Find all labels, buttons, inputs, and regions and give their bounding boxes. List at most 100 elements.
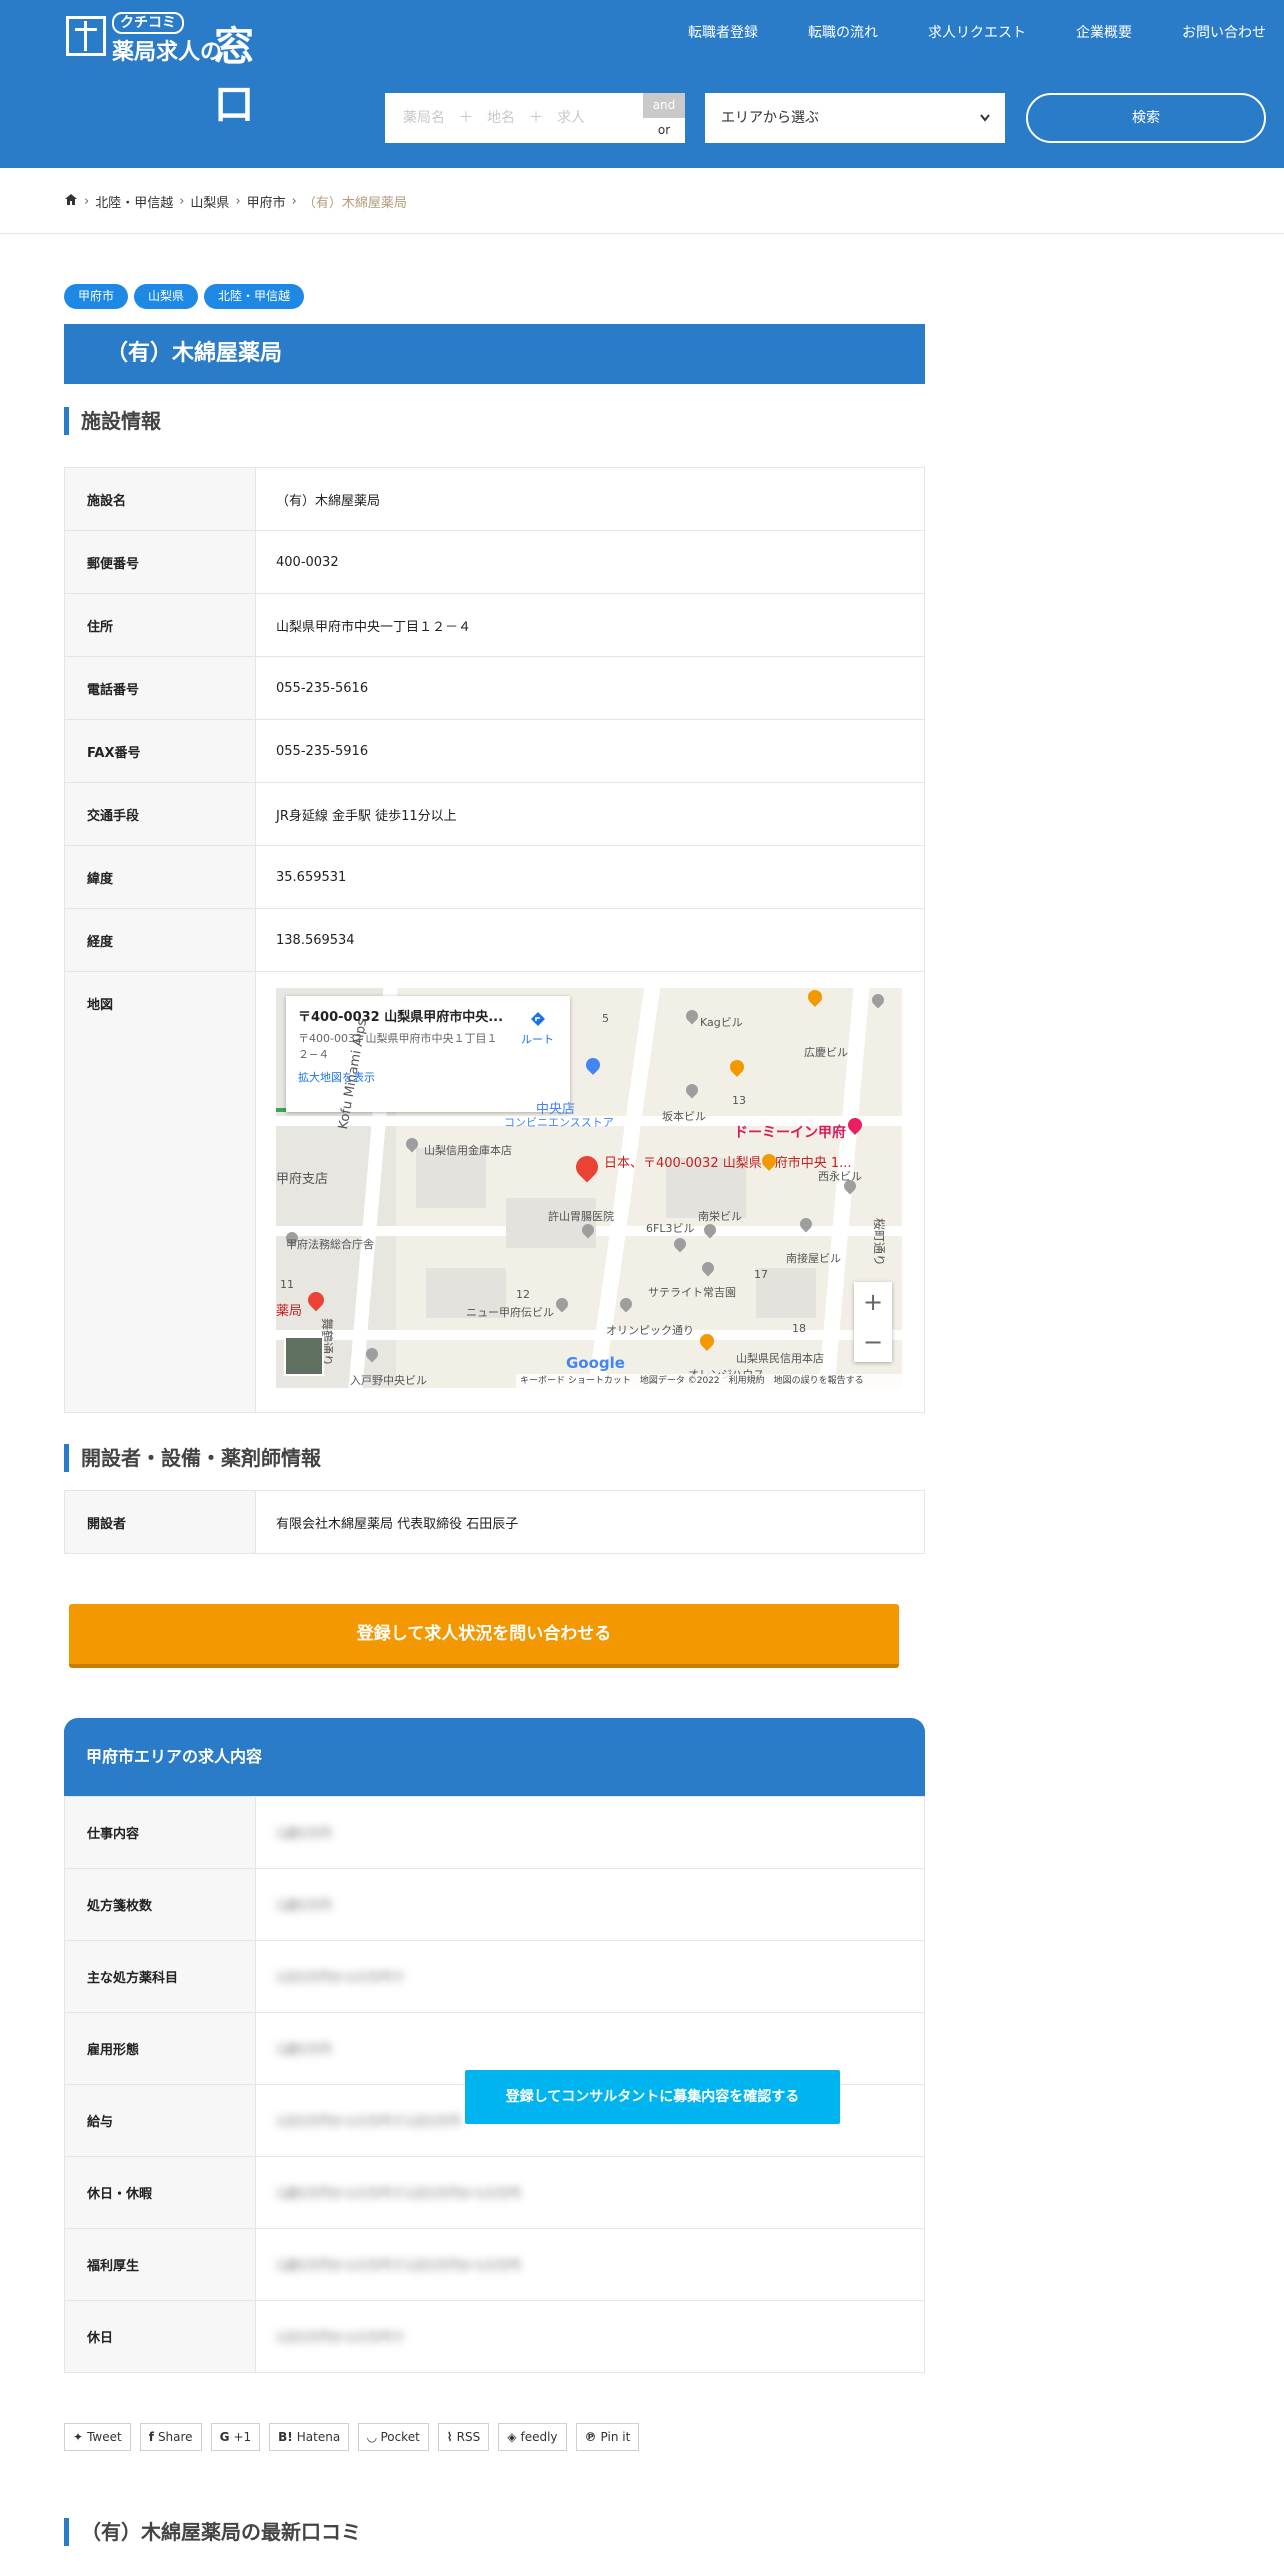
- and-option[interactable]: and: [643, 93, 685, 118]
- table-row: 仕事内容 1週5万円: [64, 1796, 925, 1869]
- main-nav: 転職者登録 転職の流れ 求人リクエスト 企業概要 お問い合わせ: [638, 22, 1266, 44]
- restaurant-icon: [805, 988, 825, 1007]
- blurred-value: 1日5万円から5万円で1日5万円: [276, 2115, 461, 2130]
- map-route-button[interactable]: ルート: [521, 1010, 554, 1047]
- nav-item-contact[interactable]: お問い合わせ: [1182, 22, 1266, 44]
- map-poi-icon: [671, 1235, 689, 1253]
- convenience-store-icon: [583, 1055, 603, 1075]
- feedly-button[interactable]: ◈ feedly: [498, 2423, 567, 2451]
- search-button[interactable]: 検索: [1026, 93, 1266, 143]
- register-inquiry-button[interactable]: 登録して求人状況を問い合わせる: [69, 1604, 899, 1668]
- map-poi-icon: [617, 1295, 635, 1313]
- map-info-card: 〒400-0032 山梨県甲府市中央... 〒400-0032 山梨県甲府市中央…: [286, 996, 570, 1112]
- area-select[interactable]: エリアから選ぶ: [705, 93, 1005, 143]
- zoom-in-button[interactable]: +: [854, 1282, 892, 1322]
- row-key: 施設名: [64, 467, 256, 531]
- map-label: 許山胃腸医院: [548, 1210, 614, 1223]
- googleplus-button[interactable]: G +1: [210, 2423, 261, 2451]
- share-label: Pin it: [600, 2430, 631, 2444]
- twitter-icon: ✦: [73, 2430, 84, 2444]
- map-label: 入戸野中央ビル: [350, 1374, 427, 1387]
- logo-sub-text: クチコミ: [112, 12, 184, 34]
- map-label: 坂本ビル: [662, 1110, 706, 1123]
- nav-item-register[interactable]: 転職者登録: [688, 22, 758, 44]
- map-label: Kagビル: [700, 1016, 743, 1029]
- breadcrumb-separator: ›: [235, 194, 241, 209]
- nav-item-flow[interactable]: 転職の流れ: [808, 22, 878, 44]
- chevron-down-icon: [979, 93, 991, 164]
- row-value: 400-0032: [255, 530, 925, 594]
- map-road: [276, 1330, 902, 1340]
- and-or-toggle: and or: [643, 93, 685, 143]
- breadcrumb-separator: ›: [179, 194, 185, 209]
- logo-main-text: 薬局求人の: [112, 40, 223, 65]
- row-key: 経度: [64, 908, 256, 972]
- breadcrumb-prefecture[interactable]: 山梨県: [190, 192, 229, 211]
- table-row: 主な処方薬科目 1日5万円から5万円で: [64, 1940, 925, 2013]
- row-value: 1週5万円: [255, 1796, 925, 1869]
- rss-button[interactable]: ⌇ RSS: [437, 2423, 490, 2451]
- tweet-button[interactable]: ✦ Tweet: [64, 2423, 131, 2451]
- breadcrumb-city[interactable]: 甲府市: [247, 192, 286, 211]
- nav-item-request[interactable]: 求人リクエスト: [928, 22, 1026, 44]
- logo-mark-icon: [66, 16, 106, 56]
- site-logo[interactable]: クチコミ 薬局求人の 窓口: [66, 12, 266, 128]
- row-key: 郵便番号: [64, 530, 256, 594]
- map-label: 18: [792, 1322, 806, 1335]
- map-label: 南接屋ビル: [786, 1252, 841, 1265]
- founder-table: 開設者 有限会社木綿屋薬局 代表取締役 石田辰子: [64, 1490, 925, 1554]
- zoom-out-button[interactable]: −: [854, 1322, 892, 1362]
- pocket-button[interactable]: ◡ Pocket: [358, 2423, 429, 2451]
- founder-heading: 開設者・設備・薬剤師情報: [64, 1444, 321, 1472]
- nav-item-company[interactable]: 企業概要: [1076, 22, 1132, 44]
- map-enlarge-link[interactable]: 拡大地図を表示: [298, 1069, 558, 1085]
- map-card-address: 〒400-0032 山梨県甲府市中央１丁目１２−４: [298, 1032, 498, 1061]
- map-hotel-label: ドーミーイン甲府: [734, 1125, 846, 1141]
- table-row: 開設者 有限会社木綿屋薬局 代表取締役 石田辰子: [64, 1490, 925, 1554]
- share-buttons: ✦ Tweet f Share G +1 B! Hatena ◡ Pocket ⌇ RSS …: [64, 2423, 648, 2451]
- table-row: FAX番号 055-235-5916: [64, 719, 925, 783]
- tag-prefecture[interactable]: 山梨県: [134, 284, 199, 309]
- pinterest-button[interactable]: ℗ Pin it: [575, 2423, 640, 2451]
- map-zoom-control: + −: [854, 1282, 892, 1362]
- row-key: 休日・休暇: [64, 2156, 256, 2229]
- map-marker-icon[interactable]: [571, 1151, 603, 1183]
- row-key: 休日: [64, 2300, 256, 2373]
- blurred-value: 1週5万円: [276, 2043, 332, 2058]
- search-input[interactable]: [385, 93, 643, 143]
- row-key: FAX番号: [64, 719, 256, 783]
- hatena-button[interactable]: B! Hatena: [269, 2423, 350, 2451]
- tag-region[interactable]: 北陸・甲信越: [204, 284, 305, 309]
- or-option[interactable]: or: [643, 118, 685, 143]
- row-key: 住所: [64, 593, 256, 657]
- row-key: 給与: [64, 2084, 256, 2157]
- site-header: クチコミ 薬局求人の 窓口 転職者登録 転職の流れ 求人リクエスト 企業概要 お…: [0, 0, 1284, 168]
- breadcrumb-region[interactable]: 北陸・甲信越: [95, 192, 173, 211]
- google-logo: Google: [566, 1354, 625, 1372]
- blurred-value: 1週5万円: [276, 1827, 332, 1842]
- map-label: 17: [754, 1268, 768, 1281]
- map-footer[interactable]: キーボード ショートカット 地図データ ©2022 利用規約 地図の誤りを報告す…: [516, 1374, 902, 1388]
- table-row: 経度 138.569534: [64, 908, 925, 972]
- directions-icon: [529, 1012, 547, 1031]
- tag-city[interactable]: 甲府市: [64, 284, 129, 309]
- row-key: 開設者: [64, 1490, 256, 1554]
- embedded-map[interactable]: 〒400-0032 山梨県甲府市中央... 〒400-0032 山梨県甲府市中央…: [276, 988, 902, 1388]
- map-label: 山梨信用金庫本店: [424, 1144, 512, 1157]
- facebook-share-button[interactable]: f Share: [139, 2423, 202, 2451]
- consultant-confirm-button[interactable]: 登録してコンサルタントに募集内容を確認する: [465, 2070, 840, 2124]
- row-value: （有）木綿屋薬局: [255, 467, 925, 531]
- googleplus-icon: G: [219, 2430, 230, 2444]
- satellite-toggle[interactable]: [284, 1336, 324, 1376]
- latest-reviews-heading: （有）木綿屋薬局の最新口コミ: [64, 2518, 361, 2546]
- map-label: ニュー甲府伝ビル: [466, 1306, 554, 1319]
- blurred-value: 1日5万円から5万円で: [276, 1971, 405, 1986]
- home-icon[interactable]: [64, 193, 78, 210]
- row-key: 電話番号: [64, 656, 256, 720]
- pinterest-icon: ℗: [584, 2430, 597, 2444]
- share-label: Share: [157, 2430, 193, 2444]
- breadcrumb-current: （有）木綿屋薬局: [302, 196, 407, 211]
- map-poi-icon: [683, 1007, 701, 1025]
- row-value: 1週5万円から5万円で1日5万円から5万円: [255, 2228, 925, 2301]
- row-key: 交通手段: [64, 782, 256, 846]
